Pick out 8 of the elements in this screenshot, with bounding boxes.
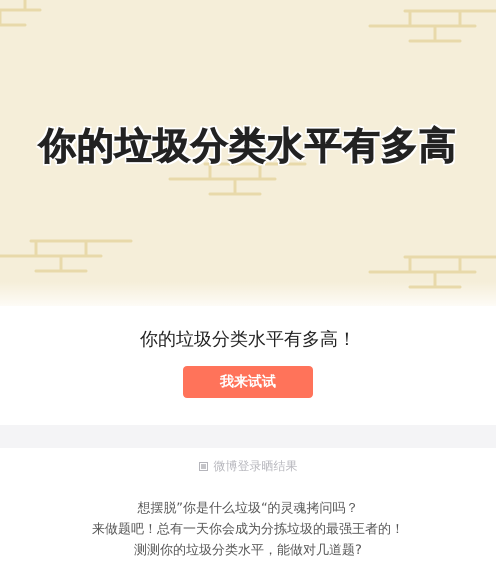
checkbox-label: 微博登录晒结果: [214, 458, 298, 474]
description-line: 想摆脱”你是什么垃圾“的灵魂拷问吗？: [137, 500, 359, 518]
banner-title: 你的垃圾分类水平有多高: [39, 123, 457, 169]
description-line: 来做题吧！总有一天你会成为分拣垃圾的最强王者的！: [92, 521, 404, 539]
intro-heading: 你的垃圾分类水平有多高！: [140, 328, 356, 352]
description-line: 测测你的垃圾分类水平，能做对几道题?: [134, 542, 362, 560]
start-button[interactable]: 我来试试: [183, 366, 313, 398]
checkbox[interactable]: [198, 462, 208, 470]
